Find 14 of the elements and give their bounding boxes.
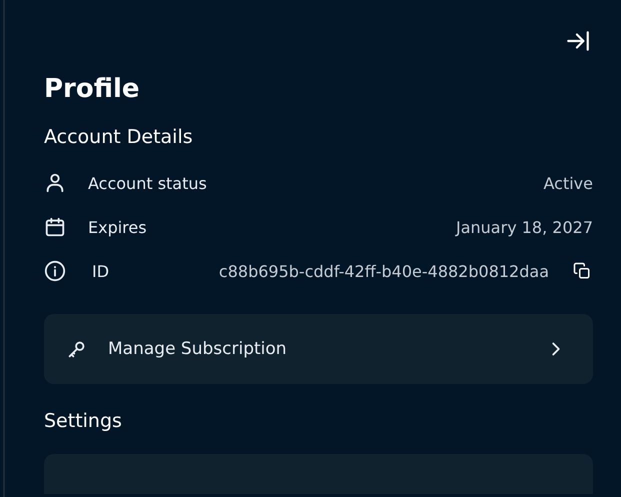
detail-label: Expires: [88, 218, 148, 236]
section-heading: Account Details: [44, 126, 194, 148]
section-heading: Settings: [44, 410, 123, 432]
detail-value: Active: [544, 174, 593, 192]
manage-subscription-button[interactable]: Manage Subscription: [44, 314, 593, 384]
detail-label: ID: [92, 262, 110, 280]
page-title: Profile: [44, 74, 141, 104]
info-icon: [44, 260, 66, 282]
calendar-icon: [44, 216, 66, 238]
copy-icon: [573, 262, 591, 280]
user-icon: [44, 172, 66, 194]
detail-value: January 18, 2027: [456, 218, 593, 236]
detail-value: c88b695b-cddf-42ff-b40e-4882b0812daa: [218, 262, 549, 280]
detail-label: Account status: [88, 174, 208, 192]
